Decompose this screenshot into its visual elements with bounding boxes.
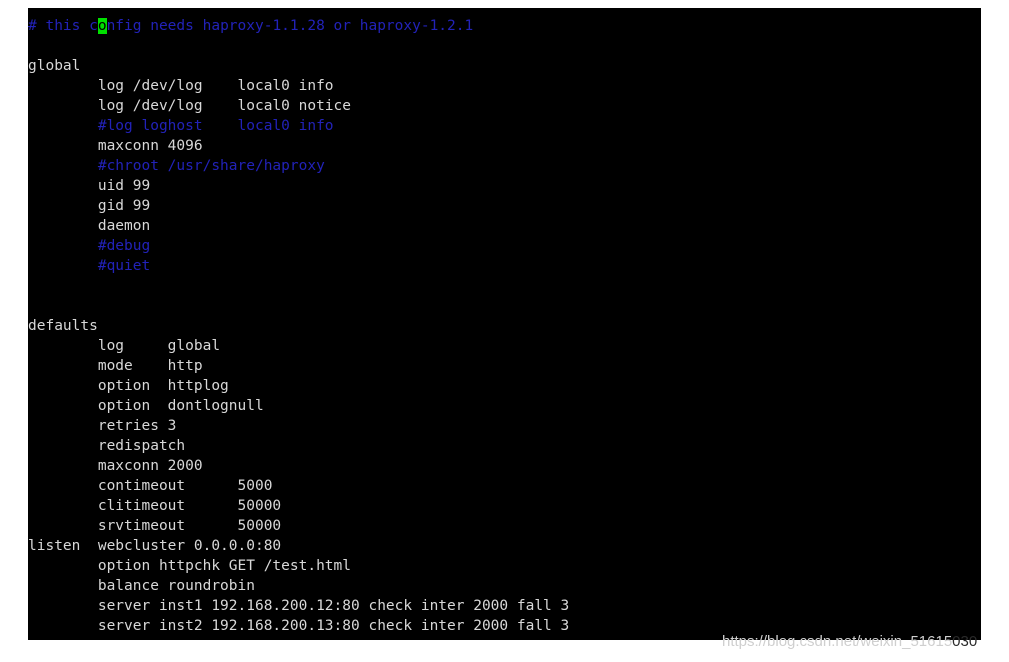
text-cursor[interactable]: o [97,18,107,34]
config-line: clitimeout 50000 [28,498,282,514]
config-line: maxconn 2000 [28,458,203,474]
config-line: log /dev/log local0 notice [28,98,352,114]
config-line: retries 3 [28,418,177,434]
config-comment-line: #log loghost local0 info [28,118,334,134]
watermark-text-dark: 030 [952,633,978,650]
config-line: server inst1 192.168.200.12:80 check int… [28,598,570,614]
watermark-text-light: https://blog.csdn.net/weixin_51615 [722,633,953,650]
line-text-before-cursor: # this c [28,18,98,34]
config-line: log global [28,338,221,354]
config-line: uid 99 [28,178,151,194]
config-line: option httpchk GET /test.html [28,558,352,574]
config-line: option dontlognull [28,398,264,414]
config-comment-line: #quiet [28,258,151,274]
config-comment-line: #chroot /usr/share/haproxy [28,158,325,174]
config-line: maxconn 4096 [28,138,203,154]
config-line: srvtimeout 50000 [28,518,282,534]
config-line: daemon [28,218,151,234]
config-line: redispatch [28,438,186,454]
config-file-content[interactable]: # this config needs haproxy-1.1.28 or ha… [28,16,981,640]
config-line: log /dev/log local0 info [28,78,334,94]
config-comment-line: #debug [28,238,151,254]
config-line: listen webcluster 0.0.0.0:80 [28,538,282,554]
terminal-window[interactable]: # this config needs haproxy-1.1.28 or ha… [28,8,981,640]
config-line: balance roundrobin [28,578,255,594]
config-line: contimeout 5000 [28,478,273,494]
config-line: mode http [28,358,203,374]
config-line: defaults [28,318,98,334]
line-text-after-cursor: nfig needs haproxy-1.1.28 or haproxy-1.2… [106,18,474,34]
config-line: global [28,58,81,74]
config-comment-line: # this config needs haproxy-1.1.28 or ha… [28,16,981,36]
config-line: option httplog [28,378,229,394]
watermark: https://blog.csdn.net/weixin_51615030 [722,632,977,652]
config-line: gid 99 [28,198,151,214]
